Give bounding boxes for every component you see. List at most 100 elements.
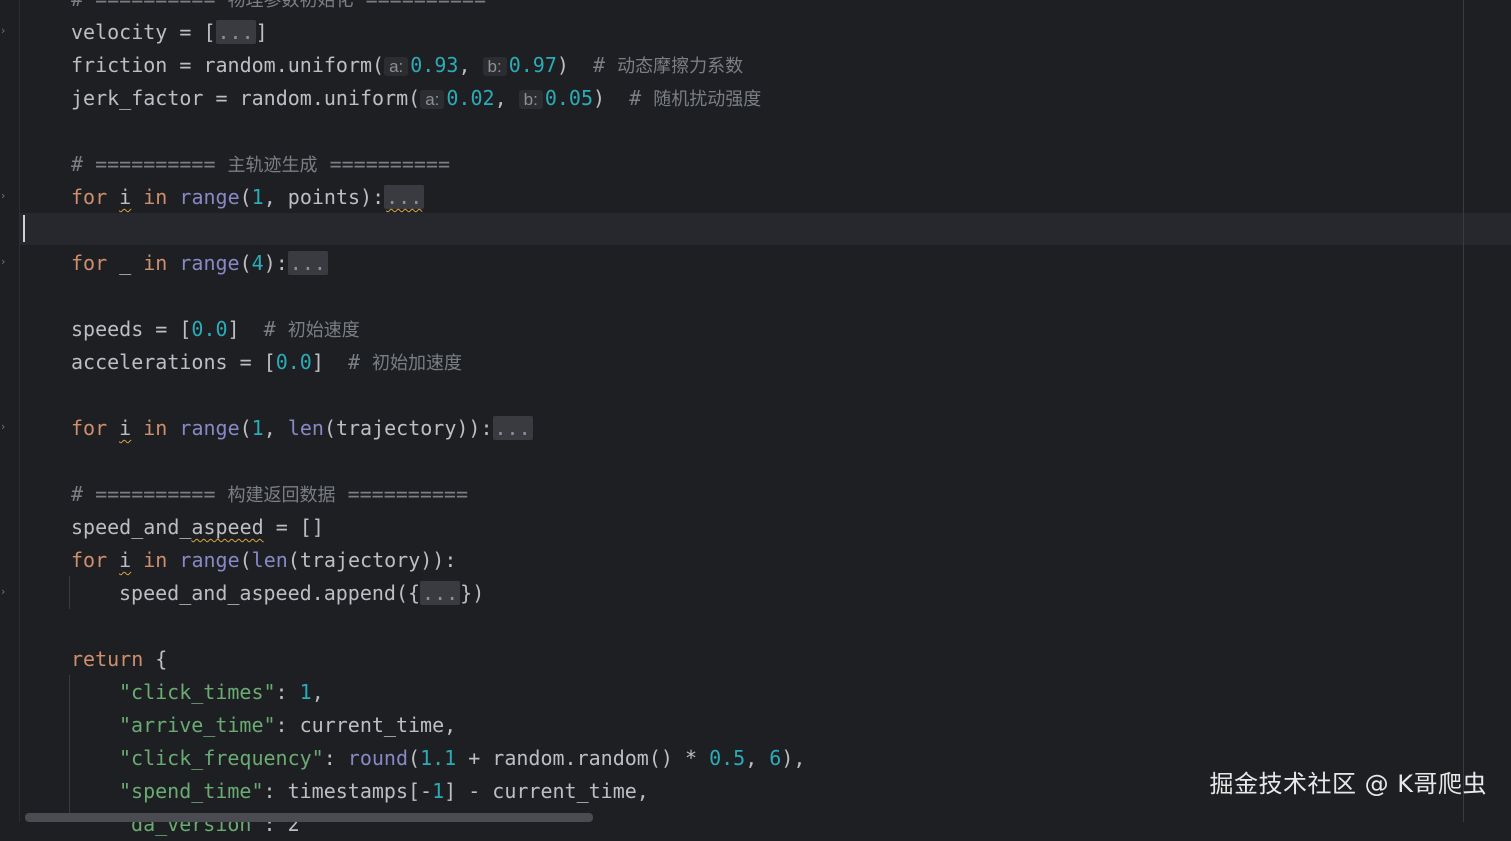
- fold-toggle-icon[interactable]: ›: [1, 420, 13, 434]
- code-line-comment[interactable]: # ========== 构建返回数据 ==========: [71, 478, 468, 511]
- code-text: friction = random.uniform(: [71, 53, 385, 77]
- code-text: ): [556, 53, 594, 77]
- loop-variable: i: [119, 185, 132, 209]
- comment-text: 主轨迹生成: [227, 155, 318, 176]
- comment-text: #: [347, 350, 373, 374]
- code-text: (trajectory)):: [287, 548, 457, 572]
- keyword: for: [71, 548, 108, 572]
- comment-text: # ==========: [71, 152, 228, 176]
- code-text: ):: [263, 251, 288, 275]
- folded-region[interactable]: ...: [492, 416, 533, 440]
- parameter-hint: b:: [518, 90, 543, 109]
- code-text: ,: [458, 53, 483, 77]
- code-text: ,: [263, 416, 288, 440]
- code-line-jerk-factor[interactable]: jerk_factor = random.uniform(a: 0.02, b: 0…: [71, 82, 761, 115]
- keyword: in: [143, 548, 168, 572]
- fold-toggle-icon[interactable]: ›: [1, 189, 13, 203]
- comment-text: #: [593, 53, 618, 77]
- code-text: jerk_factor = random.uniform(: [71, 86, 421, 110]
- number-literal: 0.02: [446, 86, 495, 110]
- comment-text: 物理参数初始化: [227, 0, 354, 11]
- number-literal: 0.0: [275, 350, 312, 374]
- keyword: in: [143, 185, 168, 209]
- code-text: ]: [311, 350, 348, 374]
- parameter-hint: b:: [482, 57, 507, 76]
- code-text: }): [460, 581, 485, 605]
- code-text: ): [593, 86, 630, 110]
- code-line-comment[interactable]: # ========== 物理参数初始化 ==========: [71, 0, 486, 16]
- number-literal: 0.97: [508, 53, 557, 77]
- code-line-append[interactable]: speed_and_aspeed.append({...}): [119, 577, 484, 610]
- code-line-speed-and-aspeed[interactable]: speed_and_aspeed = []: [71, 511, 324, 544]
- folded-region[interactable]: ...: [287, 251, 328, 275]
- code-text: , points):: [263, 185, 385, 209]
- comment-text: # ==========: [71, 482, 228, 506]
- folded-region[interactable]: ...: [420, 581, 461, 605]
- keyword: return: [71, 647, 144, 671]
- watermark: 掘金技术社区 @ K哥爬虫: [1209, 770, 1487, 798]
- horizontal-scrollbar[interactable]: [25, 813, 593, 822]
- comment-text: #: [263, 317, 288, 341]
- code-text: (trajectory)):: [323, 416, 493, 440]
- fold-toggle-icon[interactable]: ›: [1, 255, 13, 269]
- number-literal: 1.1: [420, 746, 457, 770]
- code-line-speeds[interactable]: speeds = [0.0] # 初始速度: [71, 313, 360, 346]
- code-line-for-loop[interactable]: for _ in range(4):...: [71, 247, 328, 280]
- number-literal: 0.05: [544, 86, 594, 110]
- comment-text: # ==========: [71, 0, 228, 11]
- code-line-friction[interactable]: friction = random.uniform(a: 0.93, b: 0.97…: [71, 49, 743, 82]
- number-literal: 0.93: [410, 53, 459, 77]
- code-line-for-loop[interactable]: for i in range(len(trajectory)):: [71, 544, 456, 577]
- fold-toggle-icon[interactable]: ›: [1, 585, 13, 599]
- code-text: (: [239, 416, 252, 440]
- code-line-dict-entry[interactable]: "click_frequency": round(1.1 + random.ra…: [119, 742, 805, 775]
- code-text: : timestamps[-: [263, 779, 433, 803]
- editor-gutter: › › › › ›: [0, 0, 20, 822]
- code-text: (: [239, 251, 252, 275]
- code-line-for-loop[interactable]: for i in range(1, len(trajectory)):...: [71, 412, 533, 445]
- builtin-function: round: [347, 746, 409, 770]
- comment-text: ==========: [354, 0, 486, 11]
- code-text: speed_and_aspeed.append({: [119, 581, 421, 605]
- fold-toggle-icon[interactable]: ›: [1, 24, 13, 38]
- code-text: speeds = [: [71, 317, 192, 341]
- code-text: ] - current_time,: [444, 779, 649, 803]
- code-text: :: [323, 746, 348, 770]
- code-line-velocity[interactable]: velocity = [...]: [71, 16, 268, 49]
- code-text: speed_and_: [71, 515, 192, 539]
- code-text: = []: [263, 515, 324, 539]
- code-line-comment[interactable]: # ========== 主轨迹生成 ==========: [71, 148, 450, 181]
- code-text: ]: [227, 317, 264, 341]
- number-literal: 6: [769, 746, 782, 770]
- code-line-return[interactable]: return {: [71, 643, 167, 676]
- keyword: for: [71, 185, 108, 209]
- keyword: for: [71, 416, 108, 440]
- code-text: (: [239, 548, 252, 572]
- code-text: : current_time,: [275, 713, 457, 737]
- string-literal: "spend_time": [119, 779, 264, 803]
- folded-region[interactable]: ...: [215, 20, 256, 44]
- code-line-dict-entry[interactable]: "spend_time": timestamps[-1] - current_t…: [119, 775, 649, 808]
- comment-text: 初始加速度: [372, 353, 463, 374]
- comment-text: ==========: [335, 482, 468, 506]
- comment-text: 随机扰动强度: [653, 89, 762, 110]
- code-text: velocity = [: [71, 20, 216, 44]
- code-line-dict-entry[interactable]: "click_times": 1,: [119, 676, 324, 709]
- parameter-hint: a:: [384, 57, 409, 76]
- comment-text: 动态摩擦力系数: [617, 56, 744, 77]
- code-text: ,: [311, 680, 324, 704]
- code-line-dict-entry[interactable]: "arrive_time": current_time,: [119, 709, 456, 742]
- code-text: _: [107, 251, 144, 275]
- comment-text: 构建返回数据: [227, 485, 336, 506]
- code-line-for-loop[interactable]: for i in range(1, points):...: [71, 181, 425, 214]
- code-line-accelerations[interactable]: accelerations = [0.0] # 初始加速度: [71, 346, 462, 379]
- number-literal: 4: [251, 251, 264, 275]
- string-literal: "click_times": [119, 680, 276, 704]
- builtin-function: range: [179, 185, 240, 209]
- code-text: ]: [255, 20, 268, 44]
- spelling-warning: aspeed: [191, 515, 264, 539]
- loop-variable: i: [119, 416, 132, 440]
- builtin-function: range: [179, 416, 240, 440]
- loop-variable: i: [119, 548, 132, 572]
- folded-region[interactable]: ...: [384, 185, 425, 209]
